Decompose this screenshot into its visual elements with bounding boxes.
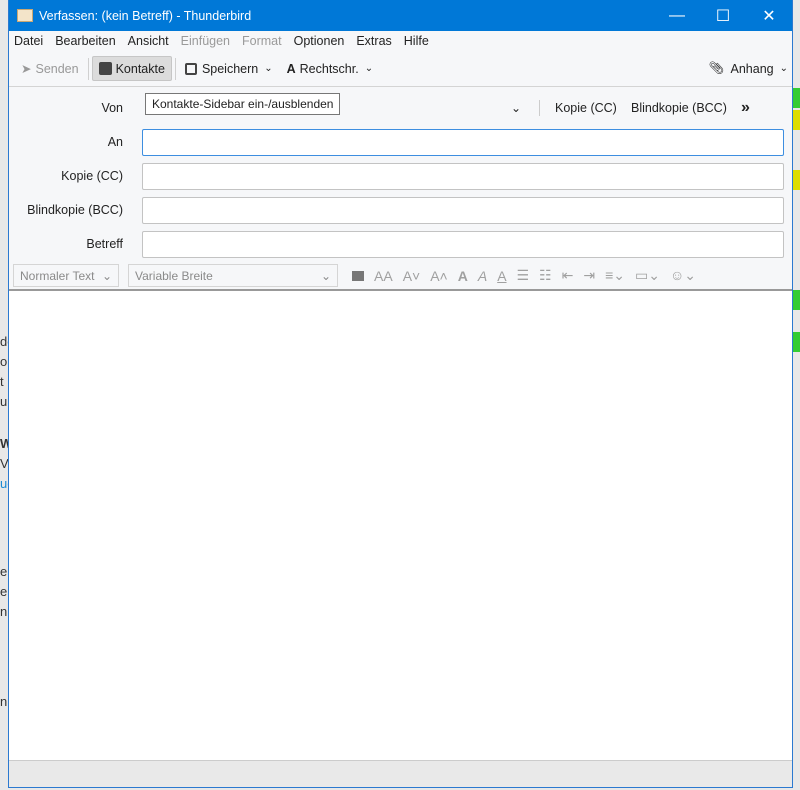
to-label: An — [107, 135, 123, 149]
minimize-button[interactable]: — — [654, 0, 700, 31]
background-green-bar — [793, 88, 800, 108]
bcc-input[interactable] — [142, 196, 784, 224]
window-title: Verfassen: (kein Betreff) - Thunderbird — [39, 8, 252, 23]
font-smaller-icon[interactable]: A˅ — [403, 268, 421, 284]
font-select[interactable]: Variable Breite ⌄ — [128, 264, 338, 287]
underline-icon[interactable]: A — [497, 268, 506, 284]
message-body-editor[interactable] — [9, 289, 792, 760]
to-input[interactable] — [142, 128, 784, 156]
background-yellow-bar — [793, 110, 800, 130]
save-icon — [184, 62, 197, 75]
menu-datei[interactable]: Datei — [14, 34, 43, 48]
menu-optionen[interactable]: Optionen — [294, 34, 345, 48]
menu-einfuegen[interactable]: Einfügen — [181, 34, 230, 48]
menu-extras[interactable]: Extras — [356, 34, 391, 48]
send-button[interactable]: ➤ Senden — [15, 56, 85, 81]
insert-image-icon[interactable]: ▭⌄ — [635, 267, 660, 284]
spellcheck-icon: A — [286, 61, 296, 76]
font-size-reset-icon[interactable]: AA — [374, 268, 393, 284]
text-color-icon[interactable] — [352, 270, 364, 281]
compose-window: Verfassen: (kein Betreff) - Thunderbird … — [8, 0, 793, 788]
spellcheck-dropdown-chevron-icon[interactable]: ⌄ — [365, 63, 373, 74]
contacts-button[interactable]: Kontakte — [91, 56, 172, 81]
spellcheck-button[interactable]: A Rechtschr. — [281, 56, 365, 81]
bcc-label: Blindkopie (BCC) — [27, 203, 123, 217]
subject-label: Betreff — [86, 237, 123, 251]
bcc-toggle-link[interactable]: Blindkopie (BCC) — [631, 101, 727, 115]
save-dropdown-chevron-icon[interactable]: ⌄ — [264, 63, 272, 74]
to-row: An — [9, 128, 792, 156]
compose-envelope-icon — [17, 9, 33, 22]
subject-input[interactable] — [142, 230, 784, 258]
menu-ansicht[interactable]: Ansicht — [128, 34, 169, 48]
subject-row: Betreff — [9, 230, 792, 258]
save-button[interactable]: Speichern — [179, 56, 264, 81]
background-green-bar — [793, 290, 800, 310]
attach-dropdown-chevron-icon[interactable]: ⌄ — [780, 63, 788, 74]
compose-toolbar: ➤ Senden Kontakte Speichern ⌄ A Rechtschr.… — [9, 51, 792, 87]
more-fields-icon[interactable]: » — [741, 99, 750, 117]
cc-row: Kopie (CC) — [9, 162, 792, 190]
send-icon: ➤ — [21, 62, 32, 76]
attach-button[interactable]: 📎︎ Anhang — [703, 56, 780, 81]
numbered-list-icon[interactable]: ☷ — [539, 267, 552, 284]
menu-format[interactable]: Format — [242, 34, 282, 48]
cc-input[interactable] — [142, 162, 784, 190]
background-yellow-bar — [793, 170, 800, 190]
status-bar — [9, 760, 792, 787]
maximize-button[interactable]: ☐ — [700, 0, 746, 31]
menu-bar: Datei Bearbeiten Ansicht Einfügen Format… — [9, 31, 792, 51]
cc-label: Kopie (CC) — [61, 169, 123, 183]
align-icon[interactable]: ≡⌄ — [605, 267, 625, 284]
contacts-tooltip: Kontakte-Sidebar ein-/ausblenden — [145, 93, 341, 115]
menu-hilfe[interactable]: Hilfe — [404, 34, 429, 48]
from-label: Von — [101, 101, 123, 115]
close-button[interactable]: ✕ — [746, 0, 792, 31]
font-larger-icon[interactable]: A˄ — [430, 268, 448, 284]
menu-bearbeiten[interactable]: Bearbeiten — [55, 34, 115, 48]
title-bar: Verfassen: (kein Betreff) - Thunderbird … — [9, 0, 792, 31]
bcc-row: Blindkopie (BCC) — [9, 196, 792, 224]
paperclip-icon: 📎︎ — [708, 61, 725, 75]
emoji-icon[interactable]: ☺⌄ — [670, 267, 696, 284]
from-dropdown-chevron-icon[interactable]: ⌄ — [511, 101, 521, 115]
cc-toggle-link[interactable]: Kopie (CC) — [555, 101, 617, 115]
indent-icon[interactable]: ⇥ — [583, 267, 595, 284]
format-toolbar: Normaler Text ⌄ Variable Breite ⌄ AA A˅ A˄… — [9, 263, 792, 288]
from-row: Von ⌄ Kopie (CC) Blindkopie (BCC) » — [9, 94, 792, 122]
paragraph-format-select[interactable]: Normaler Text ⌄ — [13, 264, 119, 287]
italic-icon[interactable]: A — [478, 268, 487, 284]
background-green-bar — [793, 332, 800, 352]
bold-icon[interactable]: A — [458, 268, 468, 284]
address-book-icon — [98, 62, 112, 75]
bullet-list-icon[interactable]: ☰ — [517, 267, 530, 284]
outdent-icon[interactable]: ⇤ — [562, 267, 574, 284]
